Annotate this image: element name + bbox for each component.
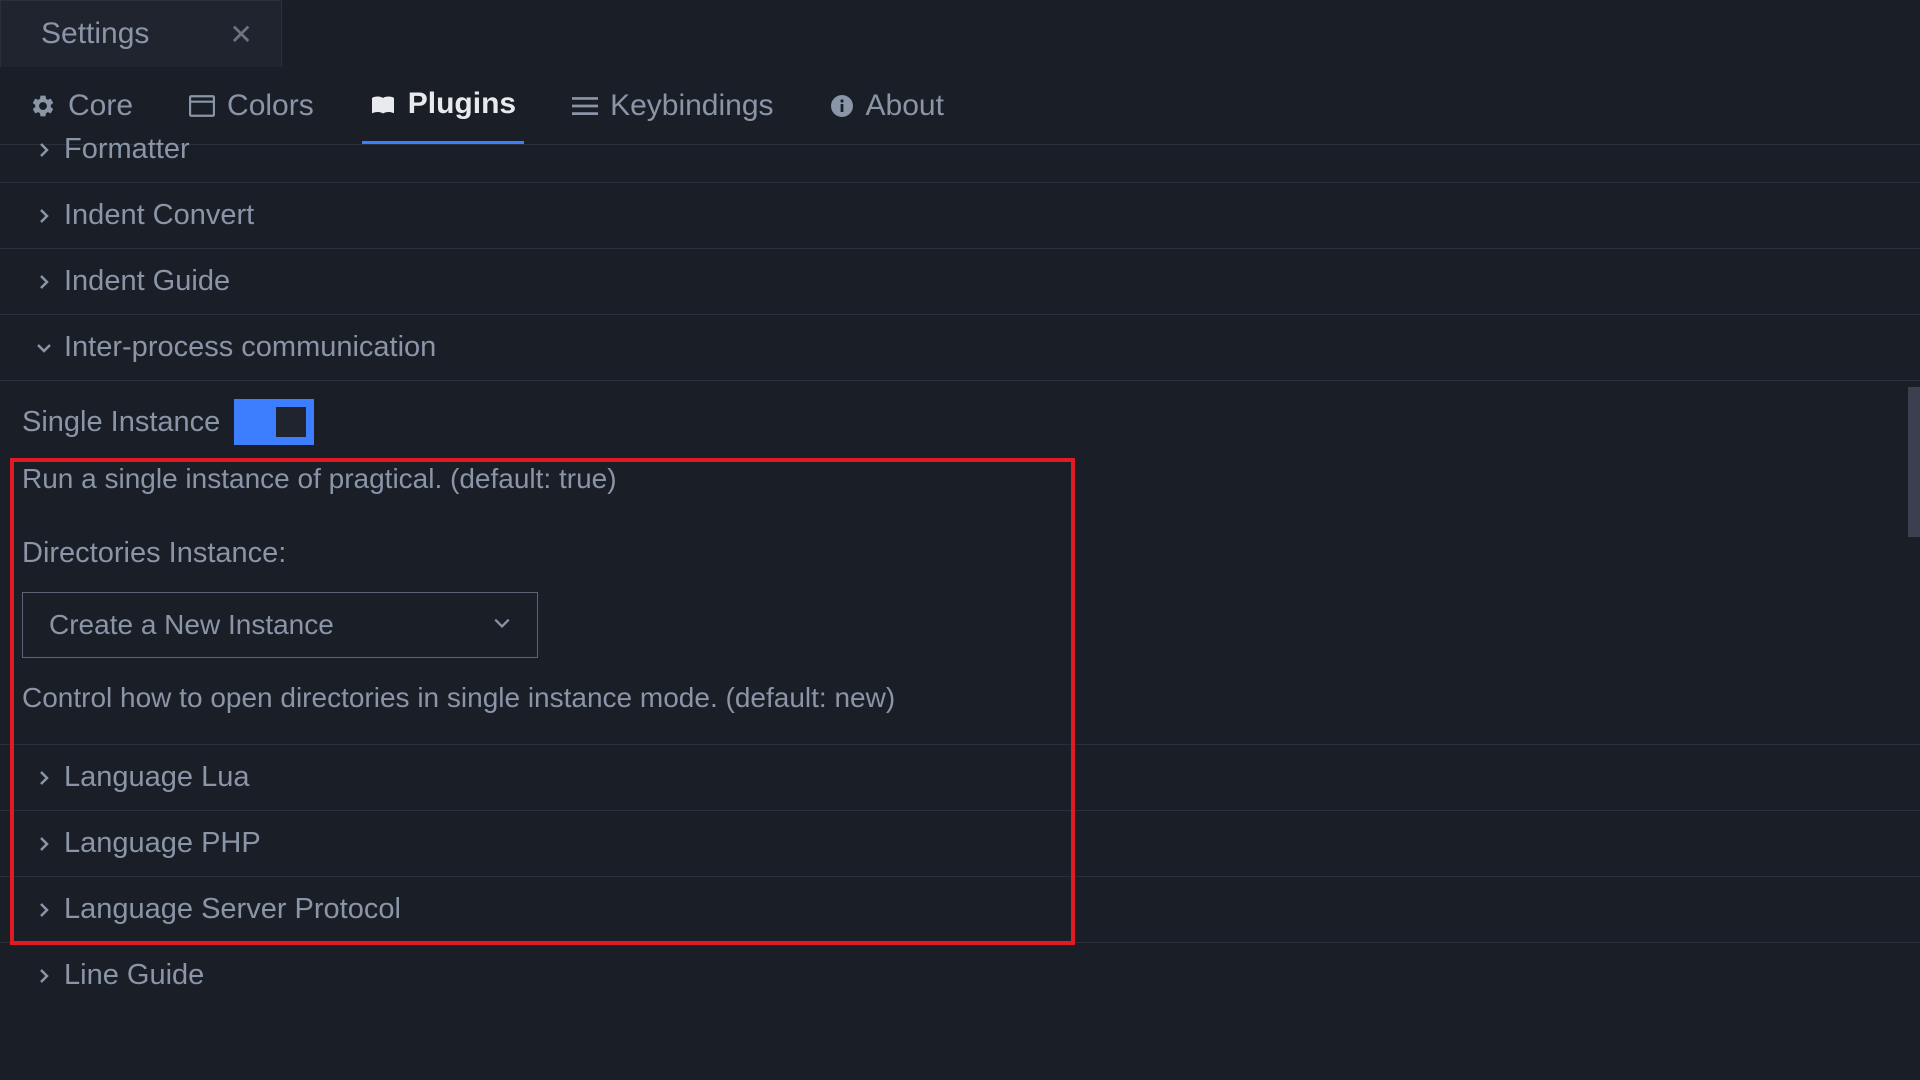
nav-label: Core: [68, 89, 133, 123]
single-instance-label: Single Instance: [22, 406, 220, 439]
plugin-row-indent-convert[interactable]: Indent Convert: [0, 183, 1920, 249]
scrollbar[interactable]: [1908, 133, 1920, 1008]
plugin-name: Line Guide: [64, 959, 204, 992]
plugin-name: Language Lua: [64, 761, 249, 794]
chevron-right-icon: [36, 274, 52, 290]
plugin-name: Formatter: [64, 133, 190, 166]
menu-icon: [572, 96, 598, 116]
plugin-row-language-lua[interactable]: Language Lua: [0, 745, 1920, 811]
gear-icon: [30, 93, 56, 119]
chevron-right-icon: [36, 770, 52, 786]
chevron-right-icon: [36, 902, 52, 918]
chevron-right-icon: [36, 968, 52, 984]
plugin-row-formatter[interactable]: Formatter: [0, 133, 1920, 183]
toggle-handle: [276, 407, 306, 437]
plugins-list: Formatter Indent Convert Indent Guide In…: [0, 133, 1920, 1008]
plugin-row-ipc[interactable]: Inter-process communication: [0, 315, 1920, 381]
chevron-down-icon: [493, 614, 511, 637]
plugin-name: Indent Convert: [64, 199, 254, 232]
tab-title: Settings: [41, 17, 149, 51]
plugin-name: Inter-process communication: [64, 331, 436, 364]
single-instance-row: Single Instance: [22, 399, 1920, 445]
plugin-name: Language Server Protocol: [64, 893, 401, 926]
directories-instance-label: Directories Instance:: [22, 537, 1920, 570]
tab-bar: Settings ✕: [0, 0, 1920, 67]
tab-settings[interactable]: Settings ✕: [0, 0, 282, 67]
chevron-down-icon: [36, 340, 52, 356]
nav-label: Plugins: [408, 87, 516, 121]
single-instance-toggle[interactable]: [234, 399, 314, 445]
close-icon[interactable]: ✕: [229, 18, 252, 51]
window-icon: [189, 95, 215, 117]
chevron-right-icon: [36, 142, 52, 158]
plugin-row-indent-guide[interactable]: Indent Guide: [0, 249, 1920, 315]
plugin-name: Indent Guide: [64, 265, 230, 298]
nav-label: Colors: [227, 89, 314, 123]
scrollbar-thumb[interactable]: [1908, 387, 1920, 537]
directories-instance-select[interactable]: Create a New Instance: [22, 592, 538, 658]
plugin-row-language-php[interactable]: Language PHP: [0, 811, 1920, 877]
single-instance-description: Run a single instance of pragtical. (def…: [22, 463, 1920, 495]
ipc-settings-panel: Single Instance Run a single instance of…: [0, 381, 1920, 745]
nav-label: About: [866, 89, 944, 123]
chevron-right-icon: [36, 836, 52, 852]
plugin-name: Language PHP: [64, 827, 261, 860]
plugin-row-line-guide[interactable]: Line Guide: [0, 943, 1920, 1008]
plugin-row-language-server-protocol[interactable]: Language Server Protocol: [0, 877, 1920, 943]
nav-label: Keybindings: [610, 89, 773, 123]
chevron-right-icon: [36, 208, 52, 224]
info-icon: [830, 94, 854, 118]
book-icon: [370, 92, 396, 116]
directories-instance-description: Control how to open directories in singl…: [22, 682, 1920, 714]
select-value: Create a New Instance: [49, 609, 334, 641]
